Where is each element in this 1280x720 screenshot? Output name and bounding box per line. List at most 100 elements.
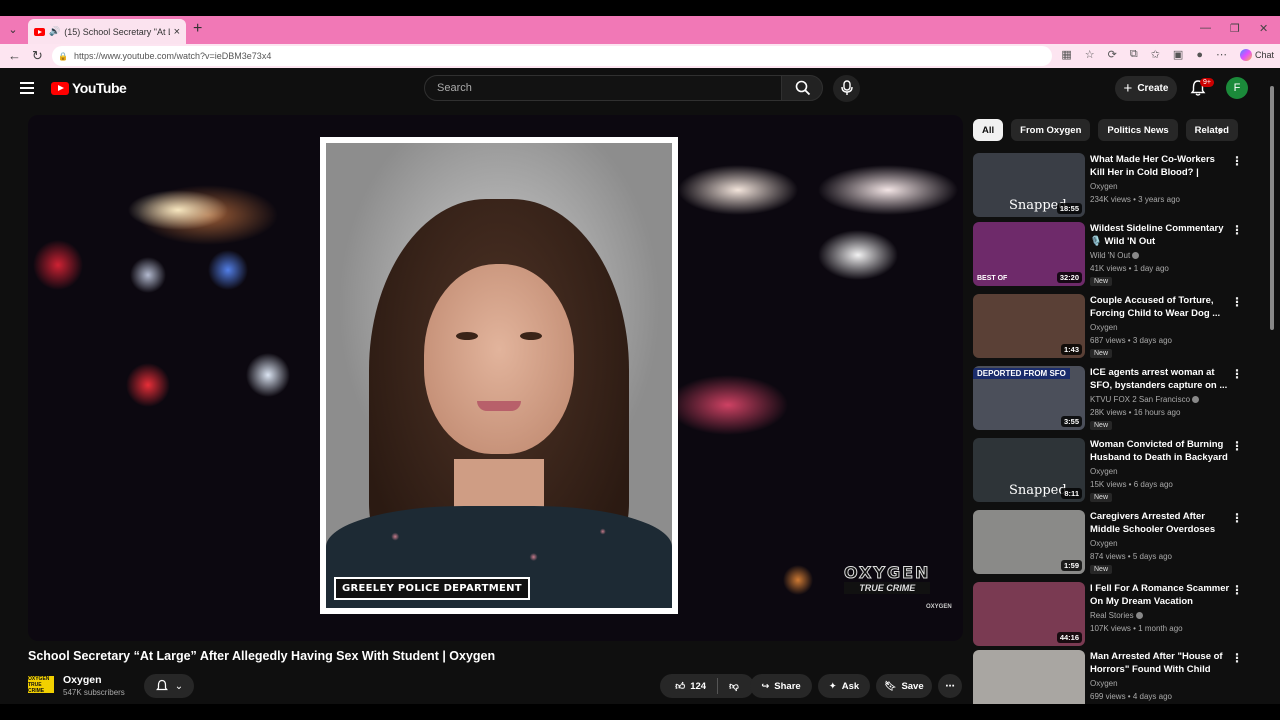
recommended-video[interactable]: Snapped 18:55 What Made Her Co-Workers Kil… bbox=[973, 153, 1263, 219]
recommended-video-title[interactable]: I Fell For A Romance Scammer On My Dream… bbox=[1090, 582, 1232, 608]
like-count: 124 bbox=[690, 680, 707, 692]
scrollbar-thumb[interactable] bbox=[1270, 86, 1274, 330]
new-badge: New bbox=[1090, 349, 1113, 358]
address-bar-row: ← ↻ 🔒 https://www.youtube.com/watch?v=ie… bbox=[0, 44, 1280, 68]
recommended-channel-name: Real Stories bbox=[1090, 611, 1134, 620]
collections-icon[interactable]: ▣ bbox=[1173, 48, 1183, 61]
channel-avatar[interactable]: OXYGEN TRUE CRIME bbox=[28, 676, 54, 694]
url-text: https://www.youtube.com/watch?v=ieDBM3e7… bbox=[73, 51, 272, 61]
related-chips: All From Oxygen Politics News Related bbox=[973, 119, 1238, 141]
close-window-icon[interactable]: ✕ bbox=[1259, 22, 1268, 35]
more-vertical-icon[interactable]: ⋮ bbox=[1231, 154, 1243, 168]
video-thumbnail[interactable]: 1:59 bbox=[973, 510, 1085, 574]
account-avatar[interactable]: F bbox=[1226, 77, 1248, 99]
chevron-right-icon[interactable]: › bbox=[1218, 122, 1223, 138]
create-button[interactable]: + Create bbox=[1115, 76, 1177, 101]
dislike-button[interactable]: 👎︎ bbox=[729, 680, 739, 692]
speaker-icon[interactable]: 🔊 bbox=[49, 26, 60, 37]
recommended-channel[interactable]: Wild 'N Out bbox=[1090, 251, 1140, 260]
more-actions-button[interactable]: ⋯ bbox=[938, 674, 962, 698]
recommended-channel-name: Wild 'N Out bbox=[1090, 251, 1131, 260]
video-thumbnail[interactable]: BEST OF 32:20 bbox=[973, 222, 1085, 286]
restore-icon[interactable]: ❐ bbox=[1230, 22, 1240, 35]
recommended-channel[interactable]: Oxygen bbox=[1090, 539, 1118, 548]
more-vertical-icon[interactable]: ⋮ bbox=[1231, 583, 1243, 597]
voice-search-button[interactable] bbox=[833, 75, 860, 102]
chip-politics-news[interactable]: Politics News bbox=[1098, 119, 1178, 141]
bell-icon bbox=[155, 679, 168, 691]
search-input[interactable]: Search bbox=[424, 75, 782, 101]
chip-related[interactable]: Related bbox=[1185, 119, 1238, 141]
recommended-video-title[interactable]: Wildest Sideline Commentary 🎙️ Wild 'N O… bbox=[1090, 222, 1232, 248]
channel-name[interactable]: Oxygen bbox=[63, 674, 102, 686]
youtube-logo[interactable]: YouTube bbox=[51, 80, 127, 96]
search-icon bbox=[795, 80, 811, 96]
recommended-video[interactable]: 1:59 Caregivers Arrested After Middle Sch… bbox=[973, 510, 1263, 576]
back-icon[interactable]: ← bbox=[8, 48, 21, 63]
recommended-video-title[interactable]: Woman Convicted of Burning Husband to De… bbox=[1090, 438, 1232, 464]
recommended-channel-name: Oxygen bbox=[1090, 539, 1118, 548]
more-vertical-icon[interactable]: ⋮ bbox=[1231, 511, 1243, 525]
recommended-video[interactable]: DEPORTED FROM SFO 3:55 ICE agents arrest w… bbox=[973, 366, 1263, 432]
browser-tab-active[interactable]: 🔊 (15) School Secretary "At Larg × bbox=[28, 19, 186, 44]
recommended-channel[interactable]: KTVU FOX 2 San Francisco bbox=[1090, 395, 1200, 404]
tab-list-chevron-icon[interactable]: ⌄ bbox=[4, 21, 22, 39]
reader-view-icon[interactable]: ▦ bbox=[1061, 48, 1071, 61]
extensions-icon[interactable]: ⧉ bbox=[1130, 48, 1138, 61]
refresh-extension-icon[interactable]: ⟳ bbox=[1108, 48, 1117, 61]
ask-button[interactable]: ✦ Ask bbox=[818, 674, 870, 698]
reload-icon[interactable]: ↻ bbox=[32, 48, 43, 64]
recommended-channel[interactable]: Oxygen bbox=[1090, 323, 1118, 332]
recommended-channel-name: KTVU FOX 2 San Francisco bbox=[1090, 395, 1191, 404]
recommended-video-title[interactable]: Man Arrested After "House of Horrors" Fo… bbox=[1090, 650, 1232, 676]
chip-from-oxygen[interactable]: From Oxygen bbox=[1011, 119, 1091, 141]
recommended-video-title[interactable]: Couple Accused of Torture, Forcing Child… bbox=[1090, 294, 1232, 320]
recommended-video[interactable]: 1:43 Couple Accused of Torture, Forcing C… bbox=[973, 294, 1263, 360]
more-vertical-icon[interactable]: ⋮ bbox=[1231, 439, 1243, 453]
share-button[interactable]: ↪ Share bbox=[750, 674, 812, 698]
top-black-bar bbox=[0, 0, 1280, 16]
video-thumbnail[interactable]: 44:16 bbox=[973, 582, 1085, 646]
verified-check-icon bbox=[1132, 252, 1140, 260]
recommended-video[interactable]: 44:16 I Fell For A Romance Scammer On My … bbox=[973, 582, 1263, 648]
recommended-channel[interactable]: Oxygen bbox=[1090, 467, 1118, 476]
copilot-chat-button[interactable]: Chat bbox=[1239, 48, 1274, 61]
recommended-meta: 687 views • 3 days ago bbox=[1090, 336, 1172, 345]
more-menu-icon[interactable]: ⋯ bbox=[1216, 48, 1227, 61]
recommended-video-title[interactable]: What Made Her Co-Workers Kill Her in Col… bbox=[1090, 153, 1232, 179]
video-thumbnail[interactable]: Snapped 18:55 bbox=[973, 153, 1085, 217]
chip-all[interactable]: All bbox=[973, 119, 1004, 141]
recommended-video[interactable]: BEST OF 32:20 Wildest Sideline Commentary … bbox=[973, 222, 1263, 288]
video-thumbnail[interactable]: Snapped 8:11 bbox=[973, 438, 1085, 502]
more-vertical-icon[interactable]: ⋮ bbox=[1231, 295, 1243, 309]
recommended-channel[interactable]: Oxygen bbox=[1090, 182, 1118, 191]
recommended-meta: 41K views • 1 day ago bbox=[1090, 264, 1169, 273]
recommended-video[interactable]: Snapped 8:11 Woman Convicted of Burning Hu… bbox=[973, 438, 1263, 504]
recommended-channel[interactable]: Oxygen bbox=[1090, 679, 1118, 688]
favorites-icon[interactable]: ✩ bbox=[1151, 48, 1160, 61]
oxygen-corner-logo: OXYGEN bbox=[926, 604, 952, 610]
search-button[interactable] bbox=[781, 75, 823, 101]
oxygen-true-crime-watermark: OXYGEN TRUE CRIME bbox=[843, 563, 931, 594]
save-button[interactable]: 🔖︎ Save bbox=[876, 674, 932, 698]
profile-icon[interactable]: ● bbox=[1196, 49, 1203, 61]
video-thumbnail[interactable]: 1:43 bbox=[973, 294, 1085, 358]
site-info-icon[interactable]: 🔒 bbox=[58, 52, 68, 61]
recommended-video-title[interactable]: Caregivers Arrested After Middle Schoole… bbox=[1090, 510, 1232, 536]
like-button[interactable]: 👍︎ 124 bbox=[675, 680, 707, 693]
recommended-channel[interactable]: Real Stories bbox=[1090, 611, 1143, 620]
menu-icon[interactable] bbox=[20, 82, 34, 94]
video-thumbnail[interactable]: DEPORTED FROM SFO 3:55 bbox=[973, 366, 1085, 430]
minimize-icon[interactable]: — bbox=[1200, 22, 1211, 34]
video-title: School Secretary “At Large” After Allege… bbox=[28, 649, 496, 663]
recommended-video-title[interactable]: ICE agents arrest woman at SFO, bystande… bbox=[1090, 366, 1232, 392]
new-tab-icon[interactable]: + bbox=[193, 20, 202, 38]
close-tab-icon[interactable]: × bbox=[174, 26, 180, 38]
more-vertical-icon[interactable]: ⋮ bbox=[1231, 367, 1243, 381]
subscribed-notifications-button[interactable]: ⌄ bbox=[144, 674, 194, 698]
more-vertical-icon[interactable]: ⋮ bbox=[1231, 223, 1243, 237]
more-vertical-icon[interactable]: ⋮ bbox=[1231, 651, 1243, 665]
favorite-star-icon[interactable]: ☆ bbox=[1085, 48, 1095, 61]
url-field[interactable]: 🔒 https://www.youtube.com/watch?v=ieDBM3… bbox=[52, 46, 1052, 66]
video-player[interactable]: GREELEY POLICE DEPARTMENT OXYGEN TRUE CR… bbox=[28, 115, 963, 641]
